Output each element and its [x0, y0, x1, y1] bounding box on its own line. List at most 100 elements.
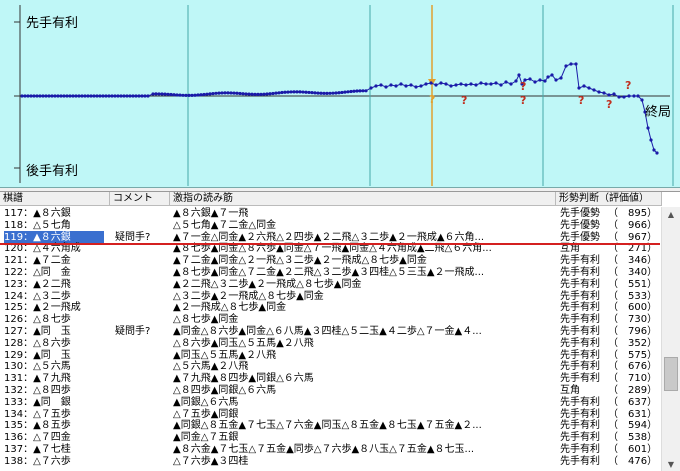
evaluation-point	[292, 90, 296, 94]
evaluation-point	[41, 94, 45, 98]
evaluation-point	[622, 95, 626, 99]
evaluation-point	[640, 98, 644, 102]
evaluation-point	[509, 82, 513, 86]
list-row[interactable]: 138：△７六歩 △７六歩▲３四桂 先手有利 （ 476）	[0, 455, 660, 468]
evaluation-point	[44, 94, 48, 98]
column-header-reading[interactable]: 激指の読み筋	[170, 192, 556, 206]
evaluation-point	[268, 92, 272, 96]
evaluation-point	[116, 94, 120, 98]
evaluation-point	[310, 91, 314, 95]
evaluation-point	[253, 92, 257, 96]
evaluation-point	[80, 94, 84, 98]
evaluation-point	[444, 82, 448, 86]
evaluation-point	[617, 95, 621, 99]
evaluation-point	[65, 94, 69, 98]
evaluation-point	[369, 86, 373, 90]
evaluation-point	[235, 91, 239, 95]
evaluation-point	[47, 94, 51, 98]
evaluation-point	[646, 126, 650, 130]
scroll-down-icon[interactable]: ▼	[662, 457, 680, 471]
evaluation-point	[190, 93, 194, 97]
evaluation-point	[50, 94, 54, 98]
evaluation-point	[229, 91, 233, 95]
evaluation-point	[337, 91, 341, 95]
doubtful-move-icon: ?	[429, 93, 435, 106]
doubtful-move-icon: ?	[461, 94, 467, 107]
graph-label-sente: 先手有利	[26, 16, 79, 31]
evaluation-point	[140, 94, 144, 98]
evaluation-point	[56, 94, 60, 98]
evaluation-point	[464, 83, 468, 87]
vertical-scrollbar[interactable]: ▲ ▼	[661, 207, 680, 471]
evaluation-point	[193, 93, 197, 97]
evaluation-point	[358, 89, 362, 93]
evaluation-point	[187, 93, 191, 98]
evaluation-point	[214, 91, 218, 95]
evaluation-point	[384, 85, 388, 89]
evaluation-point	[479, 81, 483, 85]
evaluation-point	[74, 94, 78, 98]
evaluation-point	[137, 94, 141, 98]
evaluation-point	[89, 94, 93, 98]
evaluation-point	[128, 94, 132, 98]
evaluation-point	[151, 92, 155, 96]
evaluation-point	[577, 86, 581, 90]
evaluation-point	[597, 90, 601, 94]
evaluation-point	[256, 92, 260, 96]
evaluation-point	[494, 81, 498, 85]
evaluation-point	[110, 94, 114, 98]
scroll-up-icon[interactable]: ▲	[662, 207, 680, 222]
evaluation-point	[53, 94, 57, 98]
evaluation-point	[574, 62, 578, 66]
evaluation-point	[202, 92, 206, 97]
evaluation-point	[301, 90, 305, 94]
scrollbar-thumb[interactable]	[664, 357, 678, 391]
evaluation-point	[166, 92, 170, 96]
evaluation-point	[489, 82, 493, 86]
evaluation-point	[86, 94, 90, 98]
evaluation-point	[226, 91, 230, 95]
evaluation-point	[95, 94, 99, 98]
column-header-move[interactable]: 棋譜	[0, 192, 110, 206]
evaluation-point	[484, 82, 488, 86]
evaluation-point	[409, 83, 413, 87]
evaluation-point	[26, 94, 30, 98]
evaluation-point	[538, 78, 542, 82]
doubtful-move-icon: ?	[578, 94, 584, 107]
evaluation-point	[205, 92, 209, 96]
evaluation-point	[71, 94, 75, 98]
evaluation-point	[265, 92, 269, 96]
evaluation-point	[262, 92, 266, 96]
evaluation-point	[424, 82, 428, 86]
doubtful-move-icon: ?	[625, 79, 631, 92]
evaluation-point	[459, 82, 463, 86]
evaluation-point	[295, 90, 299, 94]
value-cell: （ 476）	[608, 455, 653, 467]
evaluation-point	[517, 73, 521, 77]
kifu-analysis-list[interactable]: 棋譜 コメント 激指の読み筋 形勢判断（評価値） 117：▲８六銀 ▲８六銀▲７一…	[0, 191, 680, 471]
evaluation-point	[449, 84, 453, 88]
evaluation-point	[181, 93, 185, 97]
evaluation-graph-canvas: ???????	[14, 5, 674, 186]
doubtful-move-icon: ?	[520, 80, 526, 93]
evaluation-point	[316, 91, 320, 95]
evaluation-point	[550, 73, 554, 77]
evaluation-point	[113, 94, 117, 98]
evaluation-point	[68, 94, 72, 98]
doubtful-move-icon: ?	[520, 94, 526, 107]
evaluation-point	[632, 94, 636, 98]
evaluation-point	[355, 89, 359, 93]
column-header-judgment[interactable]: 形勢判断（評価値）	[556, 192, 662, 206]
evaluation-point	[29, 94, 33, 98]
evaluation-point	[649, 138, 653, 142]
evaluation-point	[283, 90, 287, 94]
evaluation-point	[582, 84, 586, 88]
evaluation-point	[636, 94, 640, 98]
column-header-comment[interactable]: コメント	[110, 192, 170, 206]
evaluation-point	[602, 91, 606, 95]
evaluation-point	[259, 92, 263, 96]
evaluation-point	[404, 84, 408, 88]
evaluation-graph[interactable]: ??????? 先手有利 後手有利 終局	[0, 0, 680, 188]
evaluation-point	[154, 92, 158, 96]
evaluation-point	[217, 91, 221, 95]
